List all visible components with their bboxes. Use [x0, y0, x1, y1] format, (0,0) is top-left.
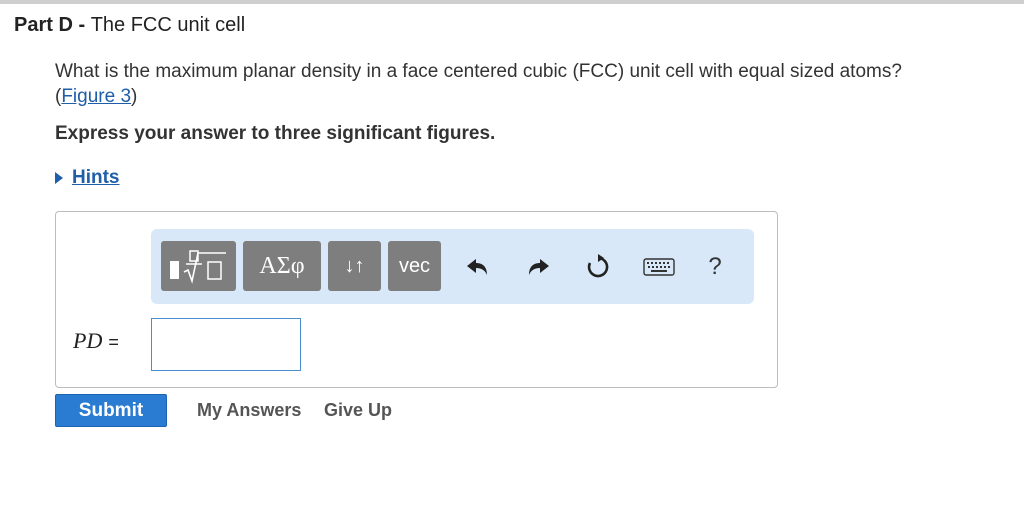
my-answers-button[interactable]: My Answers: [197, 400, 301, 421]
help-icon[interactable]: ?: [700, 253, 730, 280]
give-up-button[interactable]: Give Up: [324, 400, 392, 421]
equals-sign: =: [108, 332, 119, 352]
top-divider: [0, 0, 1024, 4]
keyboard-icon[interactable]: [641, 254, 677, 280]
greek-symbols-button[interactable]: ΑΣφ: [243, 241, 321, 291]
vec-button[interactable]: vec: [388, 241, 441, 291]
templates-button[interactable]: [161, 241, 236, 291]
math-toolbar: ΑΣφ ↓↑ vec ?: [151, 229, 754, 304]
part-title-text: The FCC unit cell: [90, 14, 246, 36]
undo-icon[interactable]: [463, 254, 493, 280]
figure-close-paren: ): [131, 86, 138, 107]
submit-button[interactable]: Submit: [55, 394, 167, 427]
part-title: Part D - The FCC unit cell: [14, 14, 245, 37]
hints-toggle[interactable]: Hints: [55, 167, 120, 189]
hints-label: Hints: [72, 167, 120, 188]
answer-panel: ΑΣφ ↓↑ vec ? PD =: [55, 211, 778, 388]
reset-icon[interactable]: [583, 254, 613, 280]
arrows-button[interactable]: ↓↑: [328, 241, 381, 291]
question-body: What is the maximum planar density in a …: [55, 61, 902, 82]
caret-right-icon: [55, 172, 63, 184]
part-label: Part D: [14, 14, 73, 36]
answer-variable-label: PD =: [73, 328, 119, 354]
question-text: What is the maximum planar density in a …: [55, 59, 995, 109]
fraction-sqrt-icon: [169, 250, 226, 284]
variable-name: PD: [73, 328, 103, 353]
answer-instruction: Express your answer to three significant…: [55, 123, 496, 144]
figure-link[interactable]: Figure 3: [61, 86, 131, 107]
part-separator: -: [72, 14, 91, 36]
answer-input[interactable]: [151, 318, 301, 371]
redo-icon[interactable]: [523, 254, 553, 280]
